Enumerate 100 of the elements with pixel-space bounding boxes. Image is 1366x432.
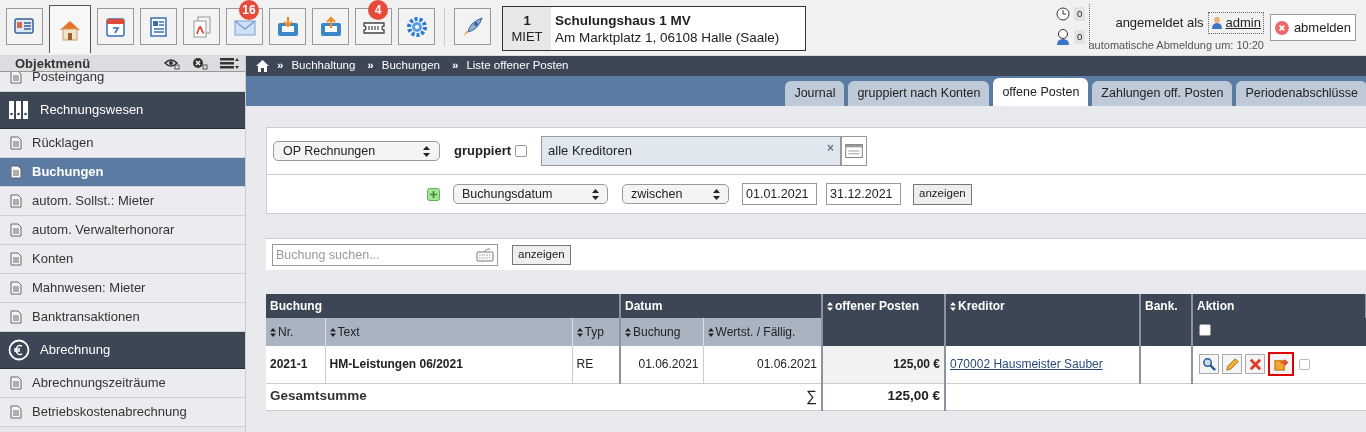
show-button[interactable]: anzeigen — [512, 244, 571, 265]
property-box[interactable]: 1 MIET Schulungshaus 1 MV Am Marktplatz 1, 06108 Halle (Saale) — [502, 6, 806, 51]
clock-icon[interactable] — [1056, 7, 1070, 21]
menu-icon[interactable] — [220, 58, 240, 69]
operator-dropdown[interactable]: zwischen — [622, 184, 729, 204]
sort-icon[interactable] — [950, 302, 956, 312]
notification-badge: 16 — [239, 0, 259, 20]
sidebar-section[interactable]: Rechnungswesen — [0, 92, 245, 129]
document-icon — [10, 405, 22, 419]
sidebar-item[interactable]: Mahnwesen: Mieter — [0, 274, 245, 303]
user-link[interactable]: admin — [1207, 12, 1264, 34]
close-icon[interactable] — [192, 57, 208, 70]
show-button[interactable]: anzeigen — [913, 183, 972, 205]
sidebar-item[interactable]: Betriebskostenabrechnung — [0, 398, 245, 427]
grouped-checkbox[interactable] — [515, 145, 528, 157]
document-icon — [10, 136, 22, 150]
sigma-symbol: ∑ — [806, 386, 817, 407]
close-icon — [1275, 18, 1289, 37]
select-arrows-icon — [423, 145, 430, 157]
action-button[interactable] — [1245, 354, 1265, 375]
sort-icon[interactable] — [827, 302, 833, 312]
login-label: angemeldet als — [1115, 14, 1204, 32]
creditor-field[interactable]: alle Kreditoren × — [541, 136, 842, 166]
toolbar-button[interactable] — [454, 8, 491, 45]
counter-value: 0 — [1074, 6, 1086, 22]
breadcrumb-separator: » — [367, 58, 374, 74]
toolbar-button[interactable] — [6, 8, 43, 45]
action-button[interactable] — [1199, 354, 1219, 375]
toolbar-button[interactable] — [49, 5, 91, 53]
table-cell: 125,00 € — [822, 346, 945, 383]
keyboard-icon[interactable] — [476, 247, 494, 262]
counter-value: 0 — [1074, 29, 1086, 45]
column-header[interactable]: Nr. — [266, 318, 325, 346]
sort-icon[interactable] — [270, 328, 276, 338]
notification-badge: 4 — [368, 0, 388, 20]
breadcrumb-separator: » — [451, 58, 459, 74]
total-value: 125,00 € — [822, 383, 945, 410]
pencil-icon — [1224, 356, 1240, 373]
document-icon — [10, 223, 22, 237]
document-icon — [10, 281, 22, 295]
column-header[interactable]: Text — [325, 318, 572, 346]
toolbar-button[interactable] — [398, 8, 435, 45]
magnifier-icon — [1201, 356, 1217, 373]
sidebar-item[interactable]: autom. Verwalterhonorar — [0, 216, 245, 245]
toolbar-button[interactable] — [312, 8, 349, 45]
property-type: MIET — [511, 28, 543, 45]
tab[interactable]: gruppiert nach Konten — [848, 81, 990, 106]
tab[interactable]: Journal — [785, 81, 845, 106]
sort-icon[interactable] — [329, 328, 336, 338]
table-cell: HM-Leistungen 06/2021 — [325, 346, 572, 383]
user-icon — [1210, 16, 1223, 30]
tab[interactable]: Zahlungen off. Posten — [1092, 81, 1233, 106]
list-picker-icon[interactable] — [841, 136, 868, 166]
action-button[interactable] — [1222, 354, 1242, 375]
tab[interactable]: offene Posten — [993, 78, 1089, 106]
sidebar-section[interactable]: Abrechnung — [0, 332, 245, 369]
property-number: 1 — [523, 12, 531, 29]
document-icon — [10, 310, 22, 324]
property-address: Am Marktplatz 1, 06108 Halle (Saale) — [555, 28, 780, 46]
table-cell: RE — [572, 346, 620, 383]
breadcrumb-link[interactable]: Liste offener Posten — [466, 57, 569, 75]
sidebar-item[interactable]: Rücklagen — [0, 129, 245, 158]
date-to-field[interactable]: 31.12.2021 — [826, 183, 901, 205]
sort-icon[interactable] — [625, 328, 631, 338]
toolbar-button[interactable] — [140, 8, 177, 45]
document-icon — [10, 165, 22, 179]
table-cell: 01.06.2021 — [620, 346, 703, 383]
home-icon[interactable] — [256, 60, 269, 72]
row-checkbox[interactable] — [1299, 358, 1310, 370]
sidebar-item[interactable]: Buchungen — [0, 158, 245, 187]
sidebar-item[interactable]: Banktransaktionen — [0, 303, 245, 332]
binders-icon — [8, 100, 30, 120]
search-field[interactable]: Buchung suchen... — [272, 243, 498, 266]
creditor-link[interactable]: 070002 Hausmeister Sauber — [950, 357, 1103, 372]
toolbar-button[interactable] — [97, 8, 134, 45]
sidebar-item[interactable]: autom. Sollst.: Mieter — [0, 187, 245, 216]
euro-icon — [8, 339, 30, 361]
document-icon — [10, 252, 22, 266]
select-all-checkbox[interactable] — [1199, 324, 1211, 336]
date-from-field[interactable]: 01.01.2021 — [742, 183, 817, 205]
tab[interactable]: Periodenabschlüsse — [1236, 81, 1366, 106]
toolbar-button[interactable] — [269, 8, 306, 45]
date-field-dropdown[interactable]: Buchungsdatum — [453, 184, 608, 204]
type-dropdown[interactable]: OP Rechnungen — [273, 141, 440, 161]
breadcrumb-link[interactable]: Buchhaltung — [291, 57, 356, 75]
column-header[interactable]: Wertst. / Fällig. — [703, 318, 822, 346]
select-arrows-icon — [592, 188, 599, 200]
logout-button[interactable]: abmelden — [1270, 14, 1356, 41]
column-header[interactable]: Buchung — [620, 318, 703, 346]
column-header[interactable]: Typ — [572, 318, 620, 346]
action-button[interactable] — [1268, 352, 1294, 377]
sidebar-item[interactable]: Konten — [0, 245, 245, 274]
sidebar-item[interactable]: Abrechnungszeiträume — [0, 369, 245, 398]
breadcrumb-link[interactable]: Buchungen — [381, 57, 440, 75]
sort-icon[interactable] — [576, 328, 583, 338]
sort-icon[interactable] — [707, 328, 714, 338]
clear-icon[interactable]: × — [827, 139, 835, 157]
hide-icon[interactable] — [164, 57, 180, 70]
add-icon[interactable] — [427, 187, 440, 201]
breadcrumb-separator: » — [277, 58, 284, 74]
